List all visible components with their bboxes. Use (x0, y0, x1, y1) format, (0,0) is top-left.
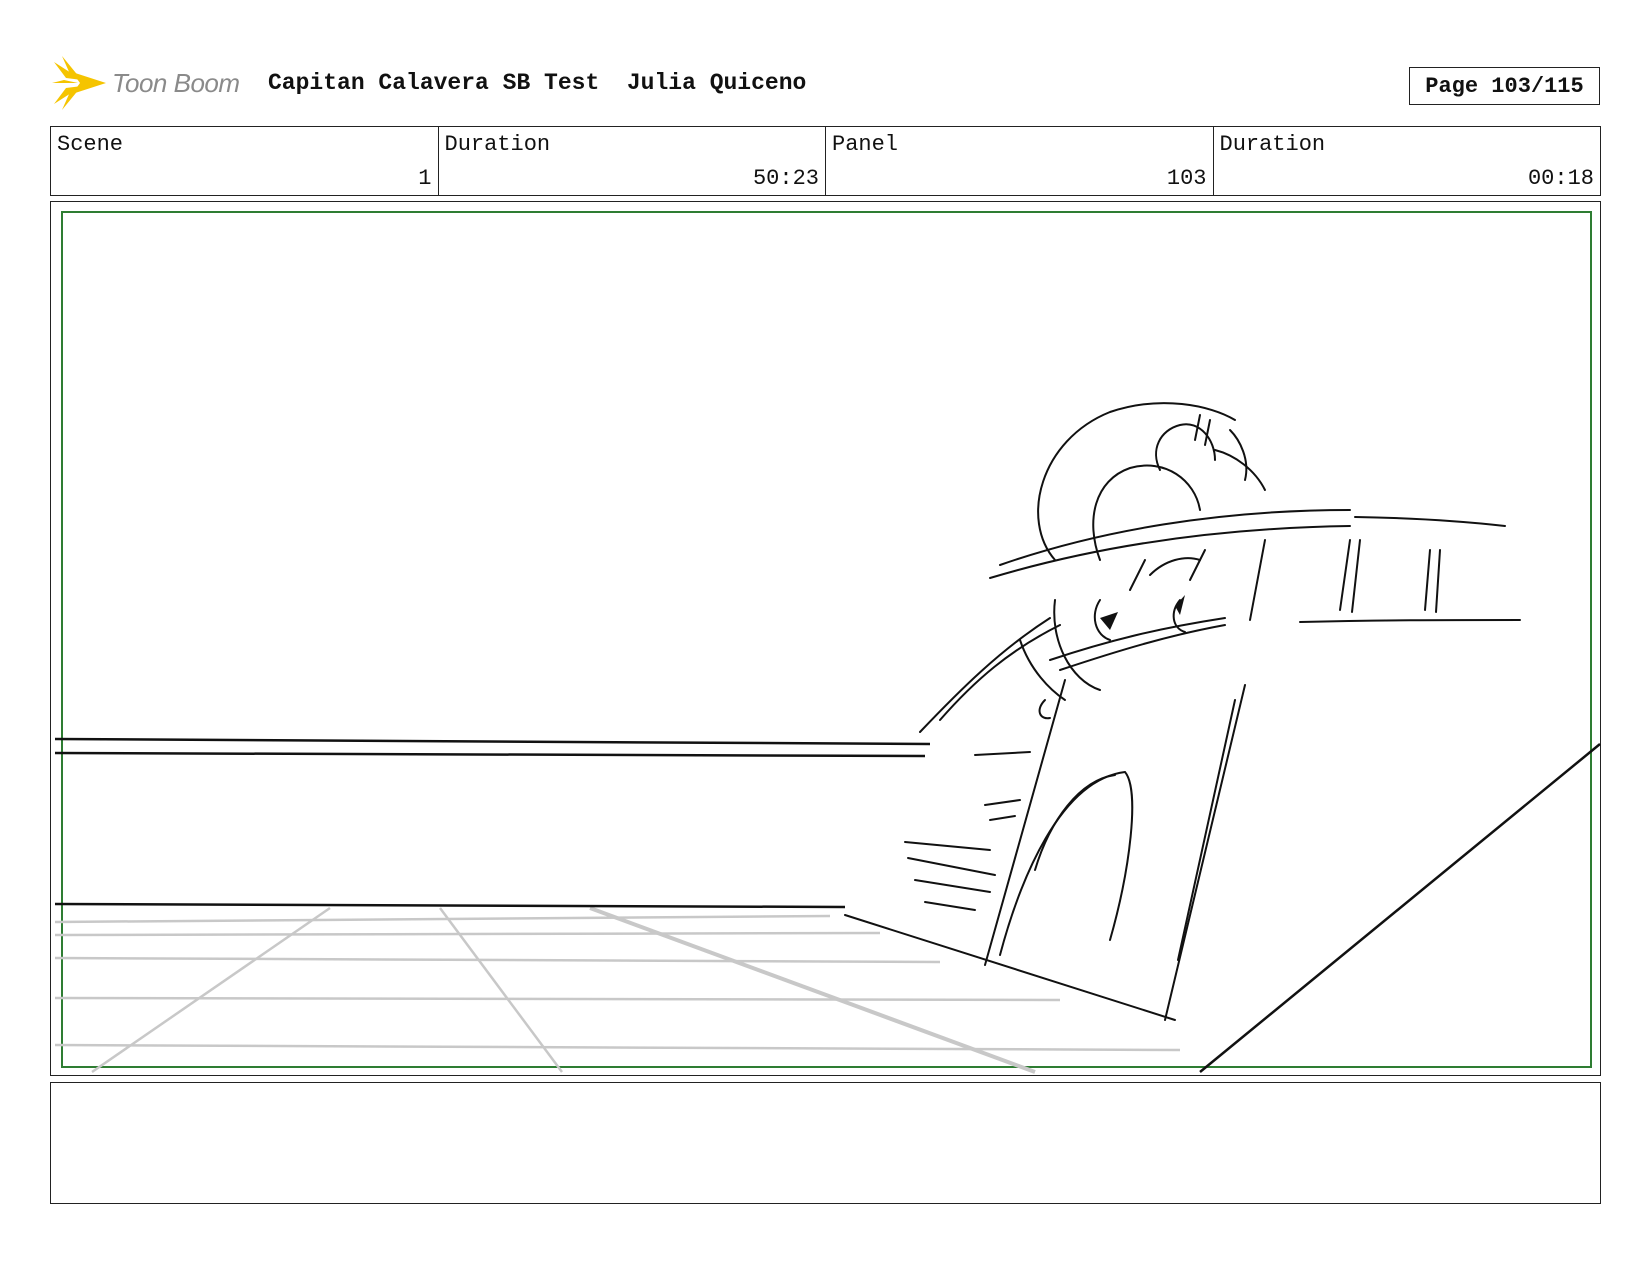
character-eyes (1100, 595, 1185, 630)
balcony-structure (844, 509, 1521, 1021)
panel-notes-box (50, 1082, 1601, 1204)
wall-lines (54, 737, 1601, 1073)
floor-grid (54, 906, 1181, 1074)
